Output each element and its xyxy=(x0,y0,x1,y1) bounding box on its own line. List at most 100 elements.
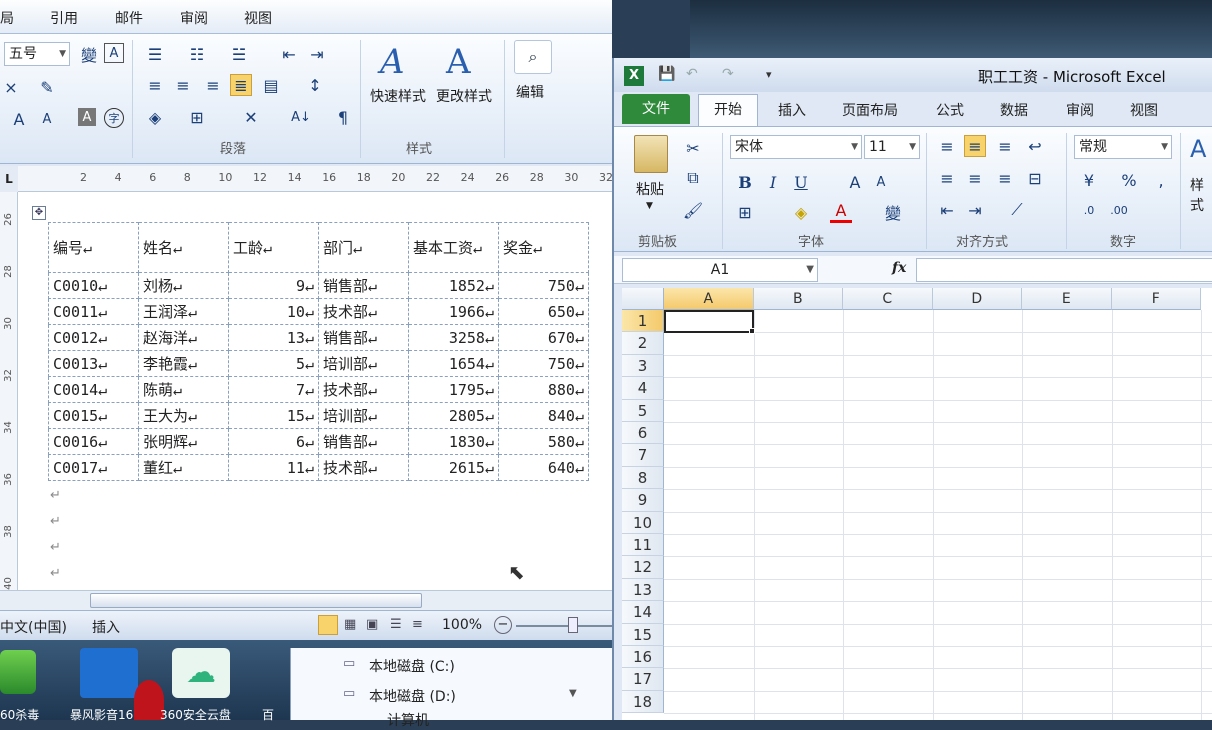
taskbar-app-video[interactable]: 暴风影音16 xyxy=(70,706,133,723)
column-header-b[interactable]: B xyxy=(753,288,843,310)
formula-input[interactable] xyxy=(916,258,1212,282)
table-cell[interactable]: 9↵ xyxy=(228,272,319,299)
char-shading-icon[interactable]: A xyxy=(78,108,96,126)
table-cell[interactable]: C0013↵ xyxy=(48,350,139,377)
table-cell[interactable]: 750↵ xyxy=(498,350,589,377)
table-cell[interactable]: 640↵ xyxy=(498,454,589,481)
tab-references[interactable]: 引用 xyxy=(50,8,78,28)
table-move-handle-icon[interactable]: ✥ xyxy=(32,206,46,220)
table-cell[interactable]: 13↵ xyxy=(228,324,319,351)
row-header-16[interactable]: 16 xyxy=(622,646,664,669)
table-cell[interactable]: 赵海洋↵ xyxy=(138,324,229,351)
table-cell[interactable]: 750↵ xyxy=(498,272,589,299)
column-header-c[interactable]: C xyxy=(843,288,933,310)
paste-button[interactable]: 粘贴 xyxy=(636,179,664,199)
increase-indent-icon[interactable]: ⇥ xyxy=(964,199,986,221)
table-cell[interactable]: 2615↵ xyxy=(408,454,499,481)
table-cell[interactable]: 1654↵ xyxy=(408,350,499,377)
table-cell[interactable]: 陈萌↵ xyxy=(138,376,229,403)
reading-layout-icon[interactable]: ▦ xyxy=(344,617,356,632)
table-cell[interactable]: 销售部↵ xyxy=(318,272,409,299)
table-cell[interactable]: 3258↵ xyxy=(408,324,499,351)
tab-file[interactable]: 文件 xyxy=(622,94,690,124)
table-cell[interactable]: 销售部↵ xyxy=(318,324,409,351)
tab-data[interactable]: 数据 xyxy=(1000,100,1028,120)
table-header-cell[interactable]: 姓名↵ xyxy=(138,222,229,273)
orientation-icon[interactable]: ⟋ xyxy=(1006,199,1028,221)
currency-icon[interactable]: ¥ xyxy=(1078,169,1100,191)
merge-icon[interactable]: ⊟ xyxy=(1024,167,1046,189)
row-header-8[interactable]: 8 xyxy=(622,466,664,490)
tab-formulas[interactable]: 公式 xyxy=(936,100,964,120)
insert-function-button[interactable]: fx xyxy=(892,260,906,276)
table-header-cell[interactable]: 编号↵ xyxy=(48,222,139,273)
column-header-d[interactable]: D xyxy=(932,288,1022,310)
save-icon[interactable]: 💾 xyxy=(658,66,675,82)
table-cell[interactable]: 1966↵ xyxy=(408,298,499,325)
taskbar-app-other[interactable]: 百 xyxy=(262,706,274,723)
row-header-14[interactable]: 14 xyxy=(622,601,664,624)
table-cell[interactable]: 培训部↵ xyxy=(318,350,409,377)
increase-decimal-icon[interactable]: .0 xyxy=(1078,199,1100,221)
align-center-icon[interactable]: ≡ xyxy=(172,74,194,96)
styles-button[interactable]: 样式 xyxy=(1190,175,1212,215)
column-header-a[interactable]: A xyxy=(664,288,754,310)
comma-icon[interactable]: , xyxy=(1150,169,1172,191)
cloud-drive-icon[interactable]: ☁ xyxy=(172,648,230,698)
bold-icon[interactable]: B xyxy=(734,171,756,193)
font-size-select[interactable]: 五号 ▼ xyxy=(4,42,70,66)
taskbar-app-cloud[interactable]: 360安全云盘 xyxy=(160,706,231,723)
table-cell[interactable]: 销售部↵ xyxy=(318,428,409,455)
copy-icon[interactable]: ⧉ xyxy=(682,167,704,189)
row-header-7[interactable]: 7 xyxy=(622,444,664,467)
tab-view[interactable]: 视图 xyxy=(244,8,272,28)
align-center-icon[interactable]: ≡ xyxy=(964,167,986,189)
phonetic-icon[interactable]: 變 xyxy=(882,201,904,223)
table-cell[interactable]: 580↵ xyxy=(498,428,589,455)
tab-review[interactable]: 审阅 xyxy=(180,8,208,28)
select-all-button[interactable] xyxy=(622,288,664,310)
table-cell[interactable]: 5↵ xyxy=(228,350,319,377)
table-header-cell[interactable]: 部门↵ xyxy=(318,222,409,273)
table-cell[interactable]: 王大为↵ xyxy=(138,402,229,429)
row-header-6[interactable]: 6 xyxy=(622,422,664,445)
row-header-15[interactable]: 15 xyxy=(622,623,664,646)
wrap-text-icon[interactable]: ↩ xyxy=(1024,135,1046,157)
undo-icon[interactable]: ↶ xyxy=(686,66,698,82)
char-border-icon[interactable]: A xyxy=(104,43,124,63)
align-top-icon[interactable]: ≡ xyxy=(936,135,958,157)
table-cell[interactable]: C0014↵ xyxy=(48,376,139,403)
expand-icon[interactable]: ▼ xyxy=(569,688,577,699)
fill-handle[interactable] xyxy=(749,328,755,334)
align-left-icon[interactable]: ≡ xyxy=(144,74,166,96)
align-right-icon[interactable]: ≡ xyxy=(994,167,1016,189)
table-header-cell[interactable]: 基本工资↵ xyxy=(408,222,499,273)
font-size-select[interactable]: 11 ▼ xyxy=(864,135,920,159)
web-layout-icon[interactable]: ▣ xyxy=(366,617,378,632)
chinese-layout-icon[interactable]: ✕ xyxy=(240,106,262,128)
row-header-9[interactable]: 9 xyxy=(622,489,664,512)
table-cell[interactable]: 培训部↵ xyxy=(318,402,409,429)
tab-review[interactable]: 审阅 xyxy=(1066,100,1094,120)
shading-icon[interactable]: ◈ xyxy=(144,106,166,128)
row-header-18[interactable]: 18 xyxy=(622,690,664,714)
font-name-select[interactable]: 宋体 ▼ xyxy=(730,135,862,159)
phonetic-guide-icon[interactable]: 變 xyxy=(78,43,100,65)
table-header-cell[interactable]: 奖金↵ xyxy=(498,222,589,273)
print-layout-icon[interactable] xyxy=(318,615,338,635)
antivirus-shield-icon[interactable] xyxy=(0,650,36,694)
table-cell[interactable]: 刘杨↵ xyxy=(138,272,229,299)
eraser-icon[interactable]: ✎ xyxy=(36,76,58,98)
tab-insert[interactable]: 插入 xyxy=(778,100,806,120)
computer-item[interactable]: 计算机 xyxy=(387,710,429,730)
table-cell[interactable]: C0012↵ xyxy=(48,324,139,351)
table-header-cell[interactable]: 工龄↵ xyxy=(228,222,319,273)
row-header-2[interactable]: 2 xyxy=(622,332,664,355)
number-format-select[interactable]: 常规 ▼ xyxy=(1074,135,1172,159)
insert-mode-status[interactable]: 插入 xyxy=(92,617,120,637)
table-cell[interactable]: 王润泽↵ xyxy=(138,298,229,325)
shrink-font-icon[interactable]: A xyxy=(870,171,892,193)
table-cell[interactable]: 董红↵ xyxy=(138,454,229,481)
customize-toolbar-icon[interactable]: ▾ xyxy=(766,68,772,81)
font-color-icon[interactable]: A xyxy=(830,201,852,223)
